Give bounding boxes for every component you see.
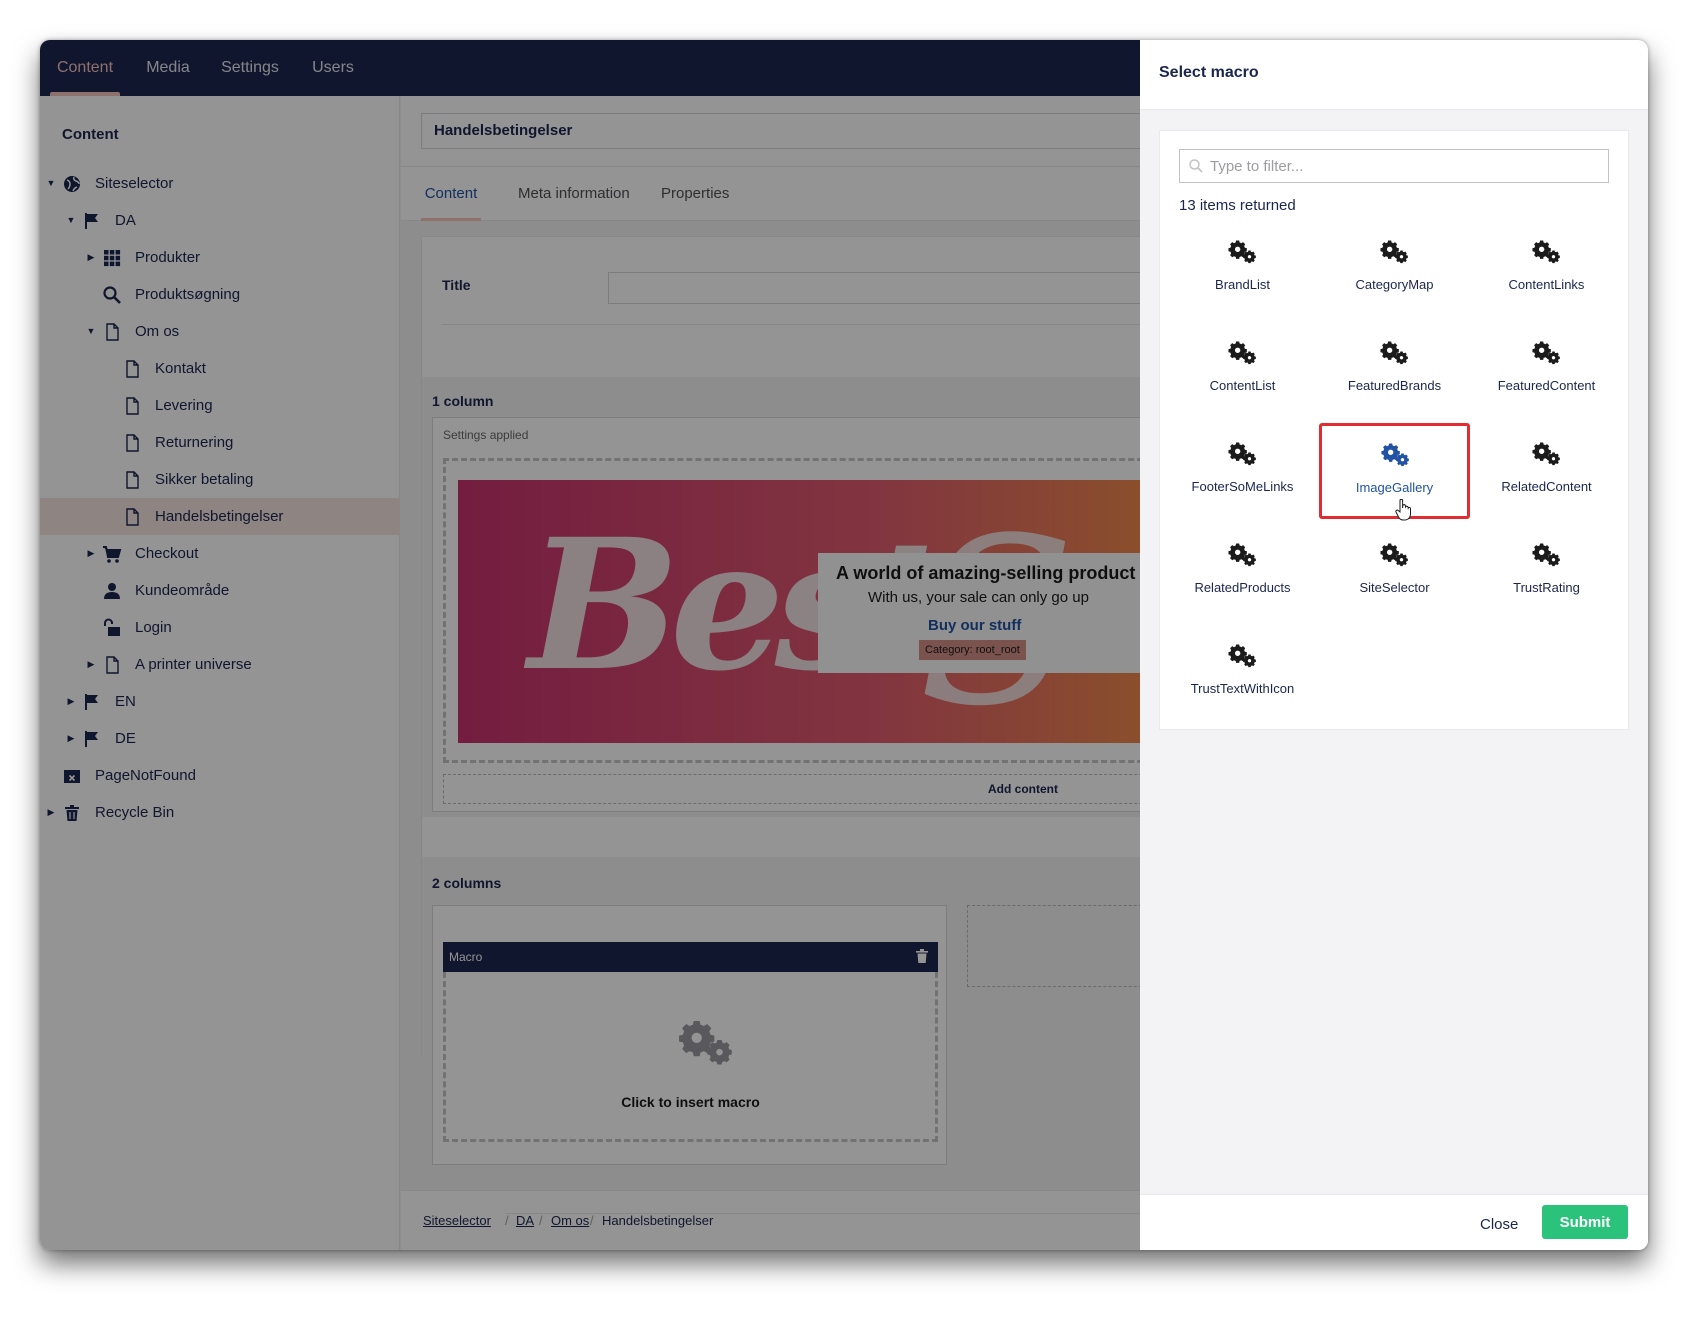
select-macro-dialog: Select macro 13 items returned BrandList… bbox=[1140, 40, 1648, 1250]
macro-item-label: RelatedProducts bbox=[1194, 580, 1291, 595]
dialog-footer: Close Submit bbox=[1140, 1194, 1648, 1250]
macro-item-label: ContentList bbox=[1209, 378, 1276, 393]
macro-item-contentlinks[interactable]: ContentLinks bbox=[1474, 223, 1619, 313]
gears-icon bbox=[1532, 240, 1560, 264]
macro-item-label: RelatedContent bbox=[1501, 479, 1592, 494]
macro-picker: 13 items returned BrandList CategoryMap … bbox=[1159, 130, 1629, 730]
macro-item-footersomelinks[interactable]: FooterSoMeLinks bbox=[1170, 425, 1315, 515]
macro-item-label: ContentLinks bbox=[1508, 277, 1585, 292]
macro-item-label: SiteSelector bbox=[1359, 580, 1430, 595]
gears-icon bbox=[1380, 240, 1408, 264]
macro-item-featuredbrands[interactable]: FeaturedBrands bbox=[1322, 324, 1467, 414]
results-count: 13 items returned bbox=[1179, 197, 1296, 214]
dialog-header: Select macro bbox=[1140, 40, 1648, 110]
macro-item-label: FeaturedBrands bbox=[1347, 378, 1442, 393]
macro-item-relatedcontent[interactable]: RelatedContent bbox=[1474, 425, 1619, 515]
gears-icon bbox=[1380, 341, 1408, 365]
macro-item-label: TrustRating bbox=[1513, 580, 1580, 595]
gears-icon bbox=[1532, 543, 1560, 567]
macro-item-label: CategoryMap bbox=[1355, 277, 1434, 292]
gears-icon bbox=[1228, 341, 1256, 365]
gears-icon bbox=[1228, 240, 1256, 264]
gears-icon bbox=[1532, 442, 1560, 466]
macro-item-label: FeaturedContent bbox=[1497, 378, 1596, 393]
gears-icon bbox=[1228, 543, 1256, 567]
macro-item-categorymap[interactable]: CategoryMap bbox=[1322, 223, 1467, 313]
filter-field[interactable] bbox=[1179, 149, 1609, 183]
filter-input[interactable] bbox=[1210, 150, 1605, 182]
submit-button[interactable]: Submit bbox=[1542, 1205, 1628, 1239]
macro-item-contentlist[interactable]: ContentList bbox=[1170, 324, 1315, 414]
macro-item-siteselector[interactable]: SiteSelector bbox=[1322, 526, 1467, 616]
macro-item-featuredcontent[interactable]: FeaturedContent bbox=[1474, 324, 1619, 414]
dialog-title: Select macro bbox=[1159, 64, 1259, 81]
gears-icon bbox=[1532, 341, 1560, 365]
macro-item-label: FooterSoMeLinks bbox=[1191, 479, 1294, 494]
modal-backdrop[interactable] bbox=[40, 40, 1140, 1250]
macro-item-trustrating[interactable]: TrustRating bbox=[1474, 526, 1619, 616]
macro-item-trusttextwithicon[interactable]: TrustTextWithIcon bbox=[1170, 627, 1315, 717]
close-button[interactable]: Close bbox=[1480, 1211, 1518, 1239]
search-icon bbox=[1189, 159, 1203, 173]
macro-item-label: ImageGallery bbox=[1355, 480, 1434, 495]
gears-icon bbox=[1228, 442, 1256, 466]
macro-item-imagegallery[interactable]: ImageGallery bbox=[1319, 423, 1470, 521]
gears-icon bbox=[1380, 543, 1408, 567]
hand-pointer-icon bbox=[1395, 499, 1411, 521]
macro-item-label: BrandList bbox=[1215, 277, 1270, 292]
macro-item-relatedproducts[interactable]: RelatedProducts bbox=[1170, 526, 1315, 616]
macro-item-label: TrustTextWithIcon bbox=[1190, 681, 1295, 696]
gears-icon bbox=[1381, 443, 1409, 467]
macro-item-brandlist[interactable]: BrandList bbox=[1170, 223, 1315, 313]
gears-icon bbox=[1228, 644, 1256, 668]
app-window: Content Media Settings Users Content ▼ S… bbox=[40, 40, 1648, 1250]
